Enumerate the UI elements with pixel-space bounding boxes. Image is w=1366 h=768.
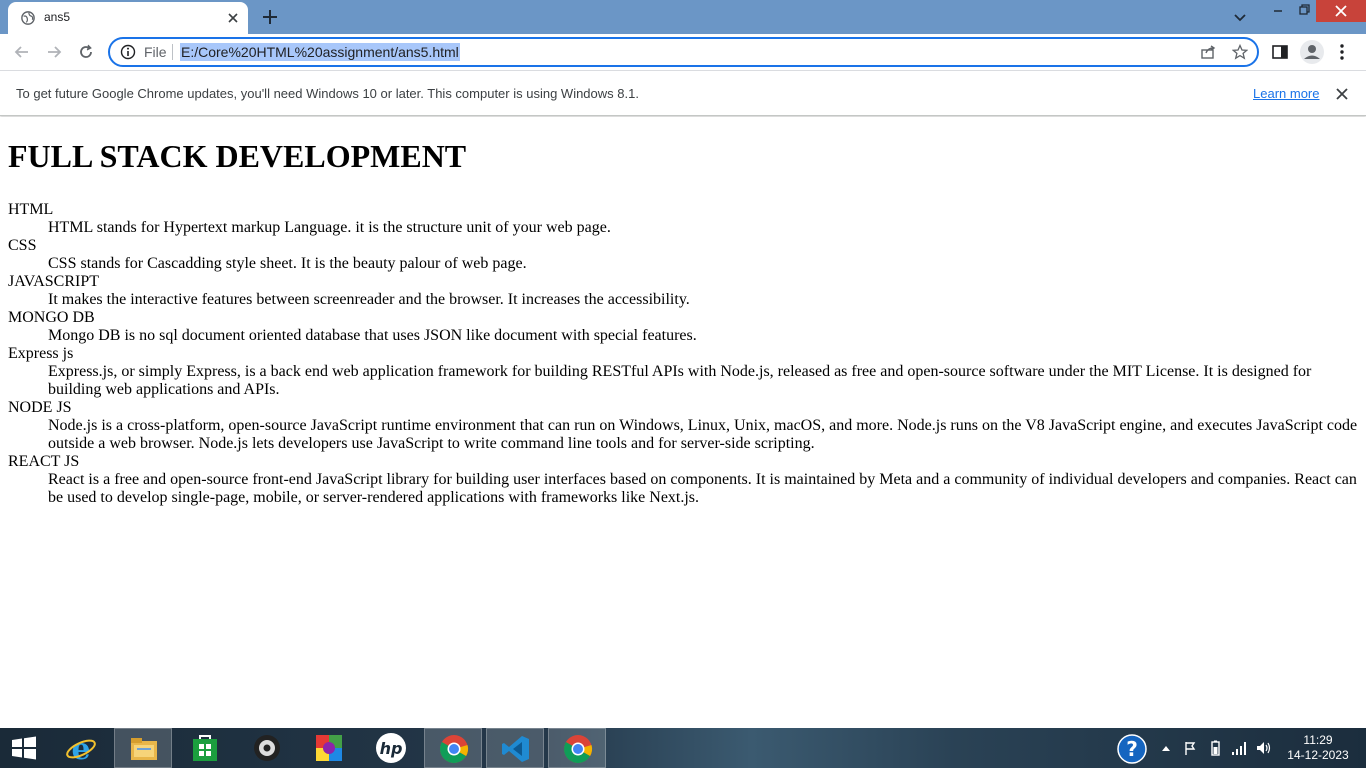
address-scheme: File: [144, 44, 167, 60]
chrome-icon: [564, 735, 593, 763]
back-icon[interactable]: [12, 42, 32, 62]
update-infobar: To get future Google Chrome updates, you…: [0, 70, 1366, 116]
minimize-icon: [1274, 10, 1282, 12]
signal-icon[interactable]: [1231, 740, 1247, 756]
info-icon[interactable]: [120, 44, 136, 60]
svg-text:e: e: [71, 732, 90, 764]
clock-time: 11:29: [1303, 733, 1333, 747]
taskbar: e hp ? 11:29 14-12-2023: [0, 728, 1366, 768]
vscode-icon: [502, 736, 529, 762]
internet-explorer-icon: e: [66, 732, 96, 764]
action-center-flag-icon[interactable]: [1182, 740, 1198, 756]
taskbar-chrome-active[interactable]: [548, 728, 606, 768]
hp-logo-icon: hp: [376, 733, 406, 763]
desc-mongodb: Mongo DB is no sql document oriented dat…: [48, 327, 697, 344]
reload-icon[interactable]: [76, 42, 96, 62]
tab-title: ans5: [44, 10, 71, 24]
folder-icon: [131, 738, 157, 760]
window-close-button[interactable]: [1316, 0, 1366, 22]
star-icon[interactable]: [1232, 44, 1248, 60]
share-icon[interactable]: [1200, 44, 1216, 60]
windows-start-icon[interactable]: [10, 736, 38, 760]
page-content: FULL STACK DEVELOPMENT HTML HTML stands …: [0, 117, 1366, 728]
desc-css: CSS stands for Cascadding style sheet. I…: [48, 255, 527, 272]
address-separator: [172, 44, 173, 60]
svg-text:hp: hp: [380, 739, 403, 758]
forward-icon[interactable]: [44, 42, 64, 62]
clock-date: 14-12-2023: [1287, 748, 1349, 762]
definition-list: HTML HTML stands for Hypertext markup La…: [8, 201, 1358, 507]
infobar-message: To get future Google Chrome updates, you…: [16, 86, 639, 101]
taskbar-internet-explorer[interactable]: e: [52, 728, 110, 768]
taskbar-chrome[interactable]: [424, 728, 482, 768]
term-mongodb: MONGO DB: [8, 309, 95, 326]
taskbar-store[interactable]: [176, 728, 234, 768]
store-icon: [193, 735, 217, 761]
learn-more-link[interactable]: Learn more: [1253, 86, 1319, 101]
battery-icon[interactable]: [1207, 740, 1223, 756]
address-bar[interactable]: File E:/Core%20HTML%20assignment/ans5.ht…: [108, 37, 1259, 67]
browser-toolbar: File E:/Core%20HTML%20assignment/ans5.ht…: [0, 34, 1366, 70]
taskbar-file-explorer[interactable]: [114, 728, 172, 768]
page-title: FULL STACK DEVELOPMENT: [8, 138, 467, 174]
minimize-button[interactable]: [1266, 0, 1290, 22]
restore-icon: [1299, 4, 1310, 15]
desc-express: Express.js, or simply Express, is a back…: [48, 363, 1312, 398]
new-tab-icon[interactable]: [260, 7, 280, 27]
taskbar-clock[interactable]: 11:29 14-12-2023: [1286, 733, 1350, 763]
chevron-down-icon[interactable]: [1232, 9, 1248, 25]
term-nodejs: NODE JS: [8, 399, 72, 416]
media-player-icon: [254, 735, 280, 761]
globe-icon: [21, 11, 35, 25]
taskbar-paint[interactable]: [300, 728, 358, 768]
taskbar-hp[interactable]: hp: [362, 728, 420, 768]
term-html: HTML: [8, 201, 54, 218]
desc-reactjs: React is a free and open-source front-en…: [48, 471, 1357, 506]
close-icon[interactable]: [1334, 86, 1350, 102]
restore-button[interactable]: [1292, 0, 1316, 22]
tab-ans5[interactable]: ans5: [8, 2, 248, 34]
term-express: Express js: [8, 345, 74, 362]
side-panel-icon[interactable]: [1270, 42, 1290, 62]
volume-icon[interactable]: [1255, 740, 1271, 756]
help-icon[interactable]: ?: [1117, 734, 1147, 764]
term-css: CSS: [8, 237, 37, 254]
desc-javascript: It makes the interactive features betwee…: [48, 291, 690, 308]
url-text[interactable]: E:/Core%20HTML%20assignment/ans5.html: [180, 43, 460, 61]
taskbar-vscode[interactable]: [486, 728, 544, 768]
show-hidden-icons-icon[interactable]: [1158, 740, 1174, 756]
term-javascript: JAVASCRIPT: [8, 273, 100, 290]
tab-strip: ans5: [0, 0, 1366, 34]
term-reactjs: REACT JS: [8, 453, 80, 470]
close-icon: [1335, 5, 1347, 17]
chrome-icon: [440, 735, 469, 763]
desc-nodejs: Node.js is a cross-platform, open-source…: [48, 417, 1358, 452]
profile-avatar-icon[interactable]: [1300, 40, 1324, 64]
close-tab-icon[interactable]: [225, 10, 241, 26]
paint-icon: [316, 735, 342, 761]
taskbar-media-player[interactable]: [238, 728, 296, 768]
more-menu-icon[interactable]: [1332, 42, 1352, 62]
desc-html: HTML stands for Hypertext markup Languag…: [48, 219, 611, 236]
svg-text:?: ?: [1126, 737, 1138, 761]
